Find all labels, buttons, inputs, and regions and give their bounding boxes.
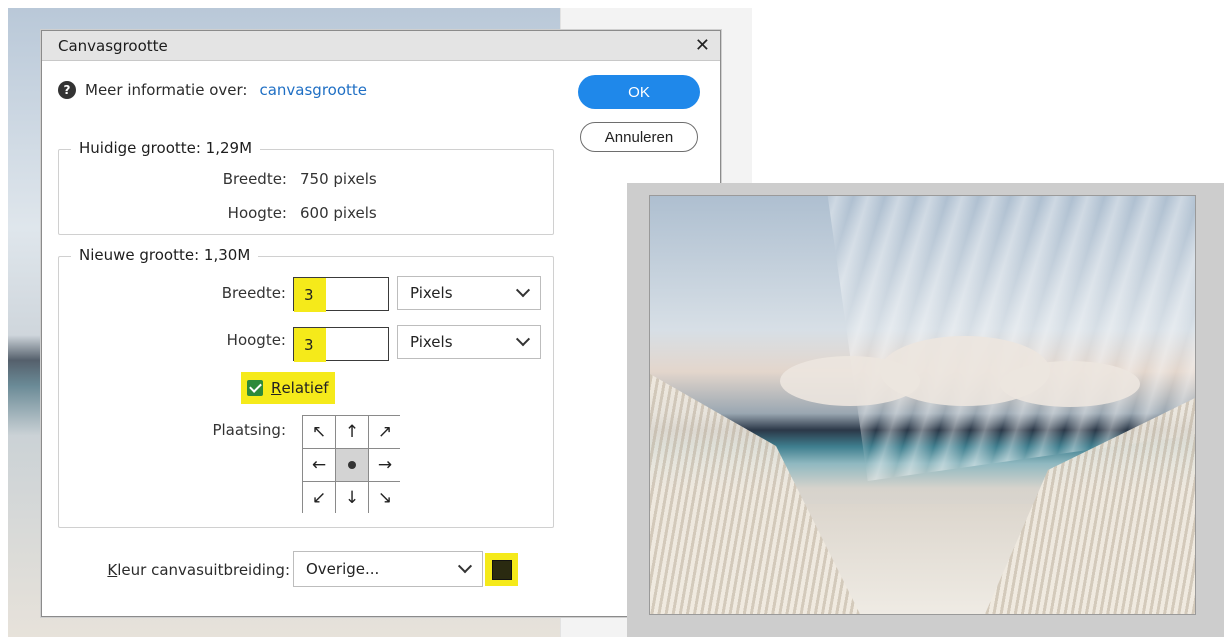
new-width-value: 3 [294, 278, 326, 312]
help-icon: ? [58, 81, 76, 99]
grass-left [650, 374, 860, 614]
height-unit-select[interactable]: Pixels [397, 325, 541, 359]
current-height-label: Hoogte: [227, 204, 287, 222]
anchor-center-dot-icon [348, 461, 356, 469]
current-height-value: 600 pixels [300, 204, 377, 222]
chevron-down-icon [515, 283, 531, 298]
anchor-label: Plaatsing: [212, 421, 286, 439]
canvas-size-dialog: Canvasgrootte ✕ ? Meer informatie over: … [41, 30, 721, 617]
anchor-bottom-icon[interactable]: ↓ [336, 482, 368, 514]
beach-photo [649, 195, 1196, 615]
color-swatch[interactable] [491, 559, 512, 580]
chevron-down-icon [515, 332, 531, 347]
width-unit-select[interactable]: Pixels [397, 276, 541, 310]
new-height-label: Hoogte: [226, 331, 286, 349]
info-link[interactable]: canvasgrootte [259, 81, 367, 99]
ok-button[interactable]: OK [578, 75, 700, 109]
current-size-group: Huidige grootte: 1,29M Breedte: 750 pixe… [58, 139, 554, 235]
anchor-right-icon[interactable]: → [369, 449, 401, 481]
dialog-title: Canvasgrootte [58, 36, 168, 55]
anchor-grid: ↖ ↑ ↗ ← → ↙ ↓ ↘ [302, 415, 401, 514]
new-height-input[interactable]: 3 [293, 327, 389, 362]
current-width-value: 750 pixels [300, 170, 377, 188]
anchor-top-right-icon[interactable]: ↗ [369, 416, 401, 448]
extension-color-label-text: leur canvasuitbreiding: [117, 561, 290, 579]
relative-checkbox[interactable]: Relatief [241, 372, 335, 404]
extension-color-label: Kleur canvasuitbreiding: [90, 561, 290, 579]
new-size-legend: Nieuwe grootte: 1,30M [71, 246, 259, 264]
anchor-top-icon[interactable]: ↑ [336, 416, 368, 448]
anchor-left-icon[interactable]: ← [303, 449, 335, 481]
cloud [1000, 361, 1140, 407]
anchor-bottom-left-icon[interactable]: ↙ [303, 482, 335, 514]
anchor-top-left-icon[interactable]: ↖ [303, 416, 335, 448]
color-swatch-highlight [485, 553, 518, 586]
chevron-down-icon [457, 559, 473, 574]
checkmark-icon [247, 380, 263, 396]
preview-frame [627, 183, 1224, 637]
current-width-label: Breedte: [222, 170, 287, 188]
relative-label: elatief [281, 379, 329, 397]
width-unit-value: Pixels [410, 284, 453, 302]
close-icon[interactable]: ✕ [695, 36, 710, 55]
info-row: ? Meer informatie over: canvasgrootte [58, 81, 367, 99]
new-width-label: Breedte: [221, 284, 286, 302]
info-label: Meer informatie over: [85, 81, 248, 99]
extension-color-select[interactable]: Overige... [293, 551, 483, 587]
cancel-button[interactable]: Annuleren [580, 122, 698, 152]
anchor-center[interactable] [336, 449, 368, 481]
relative-label-mnemonic: R [271, 379, 282, 397]
extension-color-value: Overige... [306, 560, 380, 578]
anchor-bottom-right-icon[interactable]: ↘ [369, 482, 401, 514]
extension-color-mnemonic: K [107, 561, 118, 579]
current-size-legend: Huidige grootte: 1,29M [71, 139, 261, 157]
new-height-value: 3 [294, 328, 326, 362]
dialog-titlebar: Canvasgrootte ✕ [42, 31, 720, 61]
new-width-input[interactable]: 3 [293, 277, 389, 312]
height-unit-value: Pixels [410, 333, 453, 351]
